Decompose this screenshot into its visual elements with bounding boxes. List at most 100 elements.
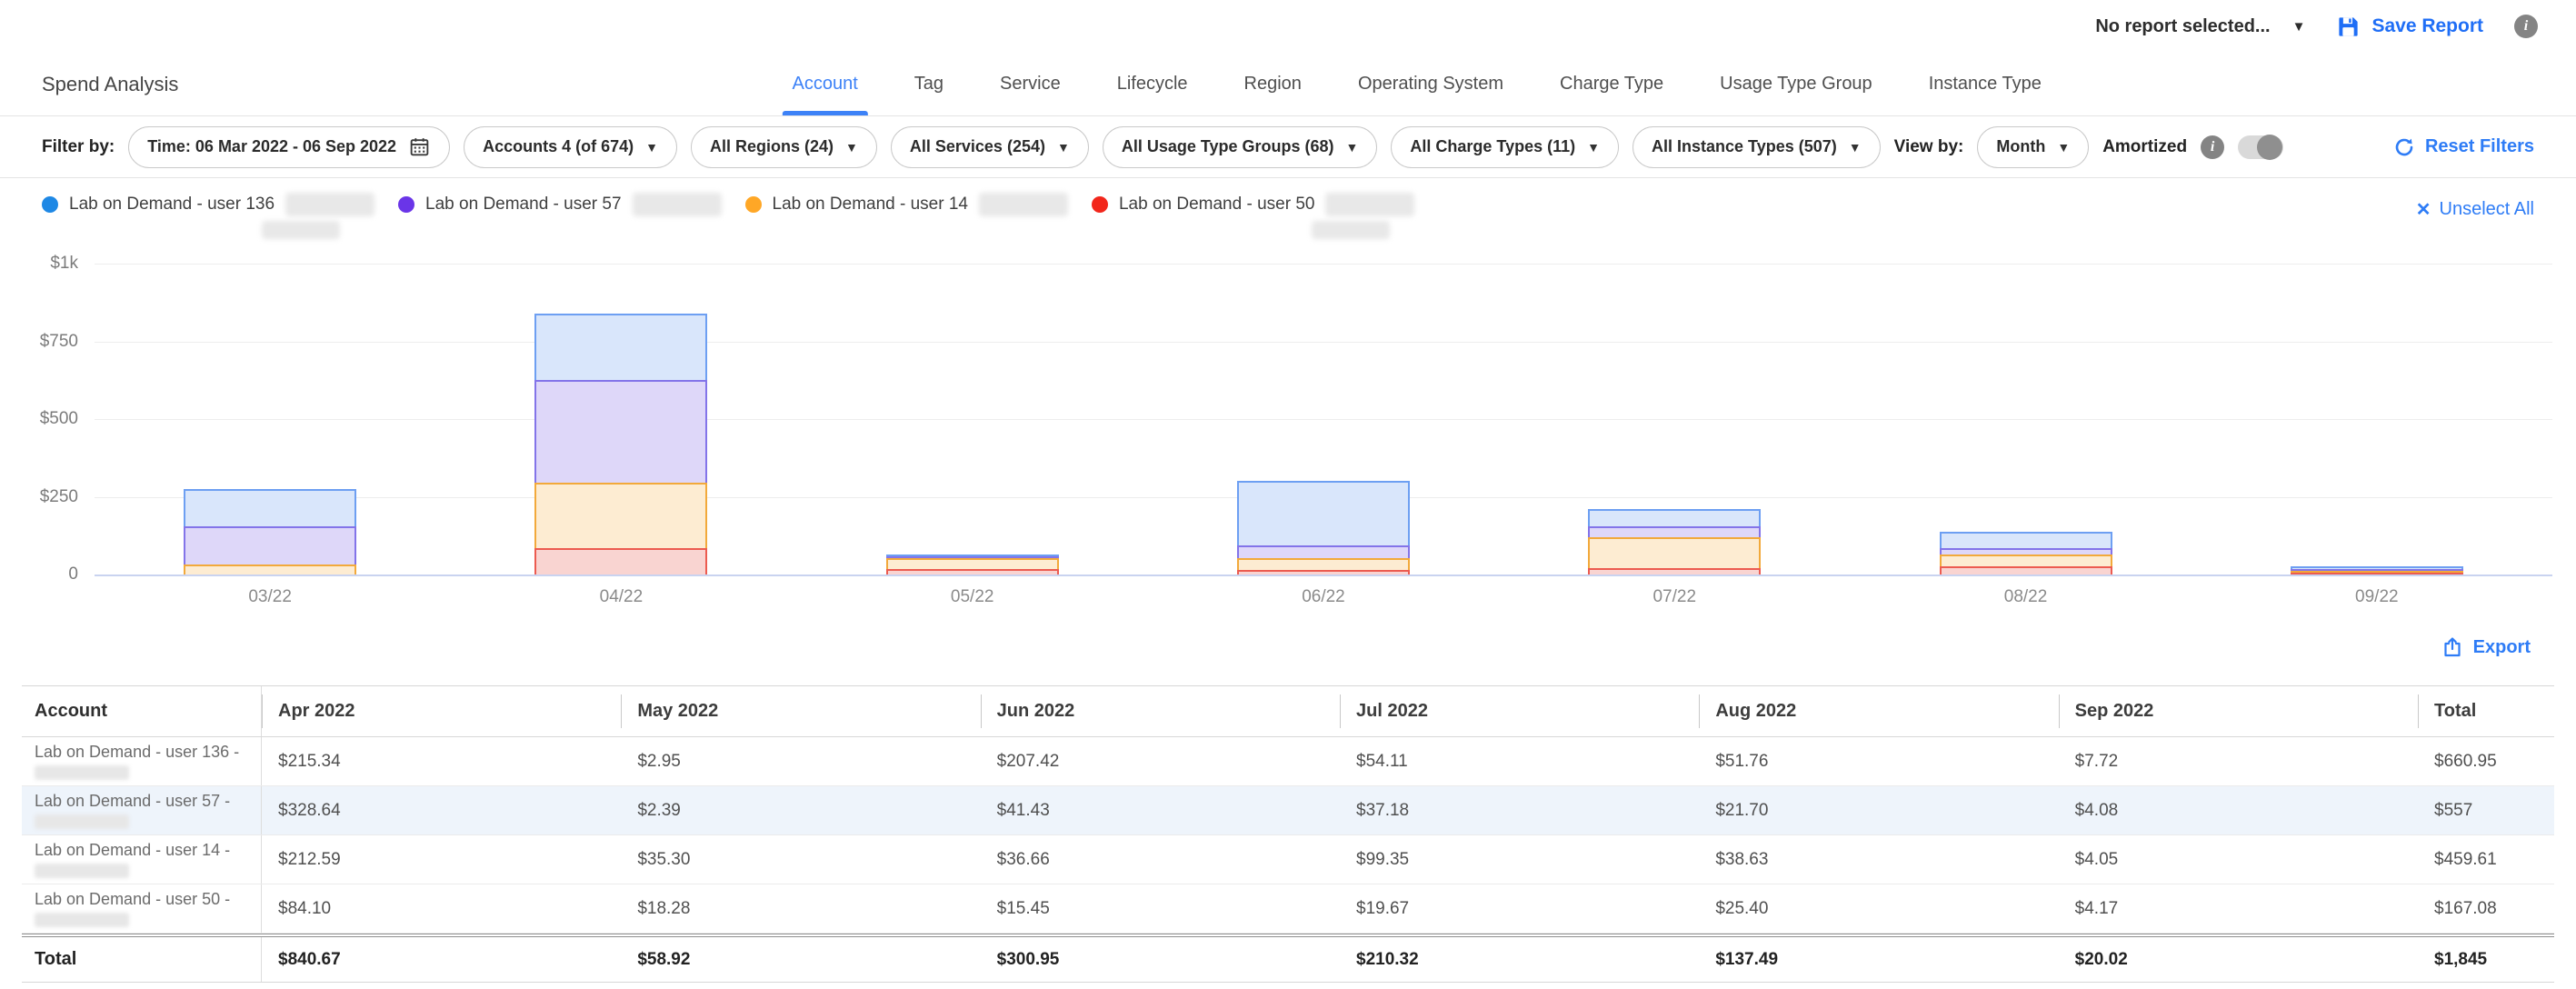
tab-tag[interactable]: Tag [886, 53, 972, 115]
stacked-bar-08-22[interactable] [1940, 532, 2112, 574]
bar-segment-lab-on-demand-user-14[interactable] [1588, 537, 1761, 568]
filter-pill-time[interactable]: Time: 06 Mar 2022 - 06 Sep 2022 [128, 126, 450, 168]
tab-lifecycle[interactable]: Lifecycle [1089, 53, 1216, 115]
chart-legend: Lab on Demand - user 136 Lab on Demand - … [0, 178, 2576, 253]
save-report-button[interactable]: Save Report [2336, 15, 2483, 39]
legend-item-lab-on-demand-user-14[interactable]: Lab on Demand - user 14 [745, 193, 1068, 239]
amortized-info-icon[interactable]: i [2201, 135, 2224, 159]
bar-segment-lab-on-demand-user-50[interactable] [886, 569, 1059, 574]
value-cell: $660.95 [2418, 737, 2554, 785]
bar-segment-lab-on-demand-user-136[interactable] [1237, 481, 1410, 545]
bar-segment-lab-on-demand-user-50[interactable] [1940, 566, 2112, 574]
y-axis-label: $1k [0, 254, 78, 274]
bar-slot-08-22 [1850, 264, 2201, 574]
filter-pill-accounts-4[interactable]: Accounts 4 (of 674)▼ [464, 126, 677, 168]
legend-item-lab-on-demand-user-50[interactable]: Lab on Demand - user 50 [1092, 193, 1414, 239]
legend-item-label: Lab on Demand - user 136 [69, 195, 275, 215]
value-cell: $215.34 [262, 737, 621, 785]
report-selector-dropdown[interactable]: No report selected... ▼ [2095, 16, 2305, 37]
bar-segment-lab-on-demand-user-14[interactable] [534, 483, 707, 549]
tab-account[interactable]: Account [764, 53, 886, 115]
legend-item-lab-on-demand-user-136[interactable]: Lab on Demand - user 136 [42, 193, 374, 239]
bar-segment-lab-on-demand-user-136[interactable] [1940, 532, 2112, 548]
bar-segment-lab-on-demand-user-14[interactable] [184, 564, 356, 574]
stacked-bar-06-22[interactable] [1237, 481, 1410, 574]
bar-segment-lab-on-demand-user-50[interactable] [1588, 568, 1761, 574]
bar-slot-07-22 [1499, 264, 1850, 574]
stacked-bar-03-22[interactable] [184, 489, 356, 574]
tab-charge-type[interactable]: Charge Type [1532, 53, 1692, 115]
redacted-text [285, 193, 374, 216]
bar-segment-lab-on-demand-user-50[interactable] [1237, 570, 1410, 574]
bar-segment-lab-on-demand-user-14[interactable] [886, 558, 1059, 569]
stacked-bar-07-22[interactable] [1588, 509, 1761, 574]
value-cell: $2.95 [621, 737, 980, 785]
bar-segment-lab-on-demand-user-14[interactable] [1237, 558, 1410, 570]
bar-segment-lab-on-demand-user-136[interactable] [184, 489, 356, 527]
value-cell: $99.35 [1340, 835, 1699, 884]
bar-segment-lab-on-demand-user-57[interactable] [1588, 526, 1761, 538]
value-cell: $54.11 [1340, 737, 1699, 785]
tab-service[interactable]: Service [972, 53, 1089, 115]
toggle-knob [2257, 135, 2282, 160]
bar-segment-lab-on-demand-user-14[interactable] [1940, 554, 2112, 566]
bar-segment-lab-on-demand-user-136[interactable] [534, 314, 707, 381]
y-axis-label: $250 [0, 487, 78, 507]
bar-segment-lab-on-demand-user-50[interactable] [2291, 573, 2463, 574]
filter-pill-label: All Regions (24) [710, 137, 834, 156]
tab-region[interactable]: Region [1216, 53, 1330, 115]
gridline [95, 574, 2552, 576]
column-header-aug-2022: Aug 2022 [1699, 686, 2058, 736]
x-axis-labels: 03/2204/2205/2206/2207/2208/2209/22 [95, 587, 2552, 607]
bar-segment-lab-on-demand-user-57[interactable] [184, 526, 356, 564]
stacked-bar-05-22[interactable] [886, 554, 1059, 574]
legend-item-lab-on-demand-user-57[interactable]: Lab on Demand - user 57 [398, 193, 721, 239]
tab-operating-system[interactable]: Operating System [1330, 53, 1532, 115]
filter-pill-all-regions[interactable]: All Regions (24)▼ [691, 126, 877, 168]
stacked-bar-09-22[interactable] [2291, 566, 2463, 574]
bar-segment-lab-on-demand-user-57[interactable] [534, 380, 707, 482]
unselect-all-button[interactable]: ✕ Unselect All [2416, 198, 2534, 221]
bar-slot-09-22 [2202, 264, 2552, 574]
bar-slot-06-22 [1148, 264, 1499, 574]
table-row: Lab on Demand - user 136 -$215.34$2.95$2… [22, 737, 2554, 786]
caret-down-icon: ▼ [1057, 140, 1070, 155]
column-header-jul-2022: Jul 2022 [1340, 686, 1699, 736]
filter-pill-all-instance-types[interactable]: All Instance Types (507)▼ [1632, 126, 1881, 168]
export-button[interactable]: Export [2441, 636, 2531, 658]
value-cell: $207.42 [981, 737, 1340, 785]
column-header-apr-2022: Apr 2022 [262, 686, 621, 736]
value-cell: $25.40 [1699, 884, 2058, 933]
filter-pill-all-usage-type-groups[interactable]: All Usage Type Groups (68)▼ [1103, 126, 1378, 168]
tab-usage-type-group[interactable]: Usage Type Group [1692, 53, 1901, 115]
report-selector-label: No report selected... [2095, 16, 2270, 37]
y-axis-label: $750 [0, 332, 78, 352]
filter-pill-label: Accounts 4 (of 674) [483, 137, 634, 156]
view-by-dropdown[interactable]: Month ▼ [1977, 126, 2089, 168]
bar-segment-lab-on-demand-user-57[interactable] [1940, 548, 2112, 554]
view-by-label: View by: [1894, 137, 1964, 157]
account-cell: Lab on Demand - user 14 - [22, 835, 262, 884]
legend-item-main: Lab on Demand - user 50 [1092, 193, 1414, 216]
stacked-bar-04-22[interactable] [534, 314, 707, 574]
top-toolbar: No report selected... ▼ Save Report i [0, 0, 2576, 53]
value-cell: $35.30 [621, 835, 980, 884]
tab-instance-type[interactable]: Instance Type [1901, 53, 2070, 115]
bars-area [95, 264, 2552, 574]
reset-filters-button[interactable]: Reset Filters [2393, 136, 2534, 158]
caret-down-icon: ▼ [1587, 140, 1600, 155]
total-value-cell: $1,845 [2418, 937, 2554, 982]
save-report-label: Save Report [2371, 15, 2483, 37]
filter-pill-all-charge-types[interactable]: All Charge Types (11)▼ [1391, 126, 1619, 168]
bar-segment-lab-on-demand-user-57[interactable] [1237, 545, 1410, 558]
bar-segment-lab-on-demand-user-136[interactable] [1588, 509, 1761, 526]
value-cell: $2.39 [621, 786, 980, 834]
amortized-toggle[interactable] [2238, 135, 2283, 159]
table-row: Lab on Demand - user 50 -$84.10$18.28$15… [22, 884, 2554, 934]
filter-by-label: Filter by: [42, 137, 115, 157]
bar-segment-lab-on-demand-user-50[interactable] [534, 548, 707, 574]
x-axis-label: 08/22 [1850, 587, 2201, 607]
filter-pill-all-services[interactable]: All Services (254)▼ [891, 126, 1089, 168]
info-icon[interactable]: i [2514, 15, 2538, 38]
close-icon: ✕ [2416, 198, 2431, 221]
